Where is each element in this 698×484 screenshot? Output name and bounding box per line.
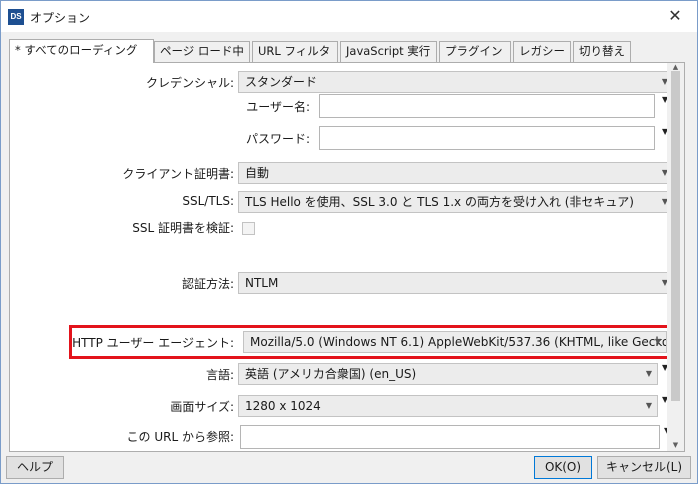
tab-page-loading[interactable]: ページ ロード中 (154, 41, 250, 62)
chevron-down-icon: ▼ (645, 369, 652, 378)
language-value: 英語 (アメリカ合衆国) (en_US) (245, 367, 417, 381)
title-bar: DS オプション ✕ (1, 1, 697, 32)
client-cert-value: 自動 (245, 166, 270, 180)
password-label: パスワード: (245, 132, 310, 146)
scroll-up-icon[interactable]: ▲ (671, 63, 680, 71)
tab-javascript[interactable]: JavaScript 実行 (340, 41, 437, 62)
scroll-down-icon[interactable]: ▼ (671, 441, 680, 449)
username-label: ユーザー名: (246, 100, 310, 114)
tab-bar: * すべてのローディング ページ ロード中 URL フィルタ JavaScrip… (9, 39, 685, 63)
auth-method-label: 認証方法: (181, 277, 234, 291)
username-field[interactable] (319, 94, 655, 118)
referer-label: この URL から参照: (126, 430, 234, 444)
auth-method-select[interactable]: NTLM ▼ (238, 272, 674, 294)
app-logo-icon: DS (8, 9, 24, 25)
tab-switch[interactable]: 切り替え (573, 41, 631, 62)
scrollbar-thumb[interactable] (671, 71, 680, 401)
highlight-box (69, 325, 675, 359)
screen-size-select[interactable]: 1280 x 1024 ▼ (238, 395, 658, 417)
tab-url-filter[interactable]: URL フィルタ (252, 41, 338, 62)
referer-field[interactable] (240, 425, 660, 449)
client-cert-select[interactable]: 自動 ▼ (238, 162, 674, 184)
ok-button[interactable]: OK(O) (534, 456, 592, 479)
ssl-tls-select[interactable]: TLS Hello を使用、SSL 3.0 と TLS 1.x の両方を受け入れ… (238, 191, 674, 213)
ssl-verify-label: SSL 証明書を検証: (132, 221, 234, 235)
screen-size-value: 1280 x 1024 (245, 399, 321, 413)
password-field[interactable] (319, 126, 655, 150)
ssl-tls-label: SSL/TLS: (182, 194, 234, 208)
tab-legacy[interactable]: レガシー (513, 41, 571, 62)
close-button[interactable]: ✕ (653, 1, 697, 32)
ssl-tls-value: TLS Hello を使用、SSL 3.0 と TLS 1.x の両方を受け入れ… (245, 195, 634, 209)
chevron-down-icon: ▼ (645, 401, 652, 410)
credentials-value: スタンダード (245, 75, 318, 89)
language-select[interactable]: 英語 (アメリカ合衆国) (en_US) ▼ (238, 363, 658, 385)
cancel-button[interactable]: キャンセル(L) (597, 456, 691, 479)
screen-size-label: 画面サイズ: (170, 400, 234, 414)
client-cert-label: クライアント証明書: (122, 167, 234, 181)
window-title: オプション (30, 11, 91, 25)
tab-all-loading[interactable]: * すべてのローディング (9, 39, 154, 63)
ssl-verify-checkbox[interactable] (242, 222, 255, 235)
language-label: 言語: (205, 368, 234, 382)
vertical-scrollbar[interactable]: ▲ ▼ (667, 63, 684, 451)
credentials-select[interactable]: スタンダード ▼ (238, 71, 674, 93)
auth-method-value: NTLM (245, 276, 279, 290)
settings-panel: クレデンシャル: スタンダード ▼ ユーザー名: ▼ パスワード: ▼ クライア… (9, 62, 685, 452)
tab-plugins[interactable]: プラグイン (439, 41, 511, 62)
credentials-label: クレデンシャル: (145, 76, 234, 90)
options-dialog: DS オプション ✕ * すべてのローディング ページ ロード中 URL フィル… (0, 0, 698, 484)
help-button[interactable]: ヘルプ (6, 456, 64, 479)
